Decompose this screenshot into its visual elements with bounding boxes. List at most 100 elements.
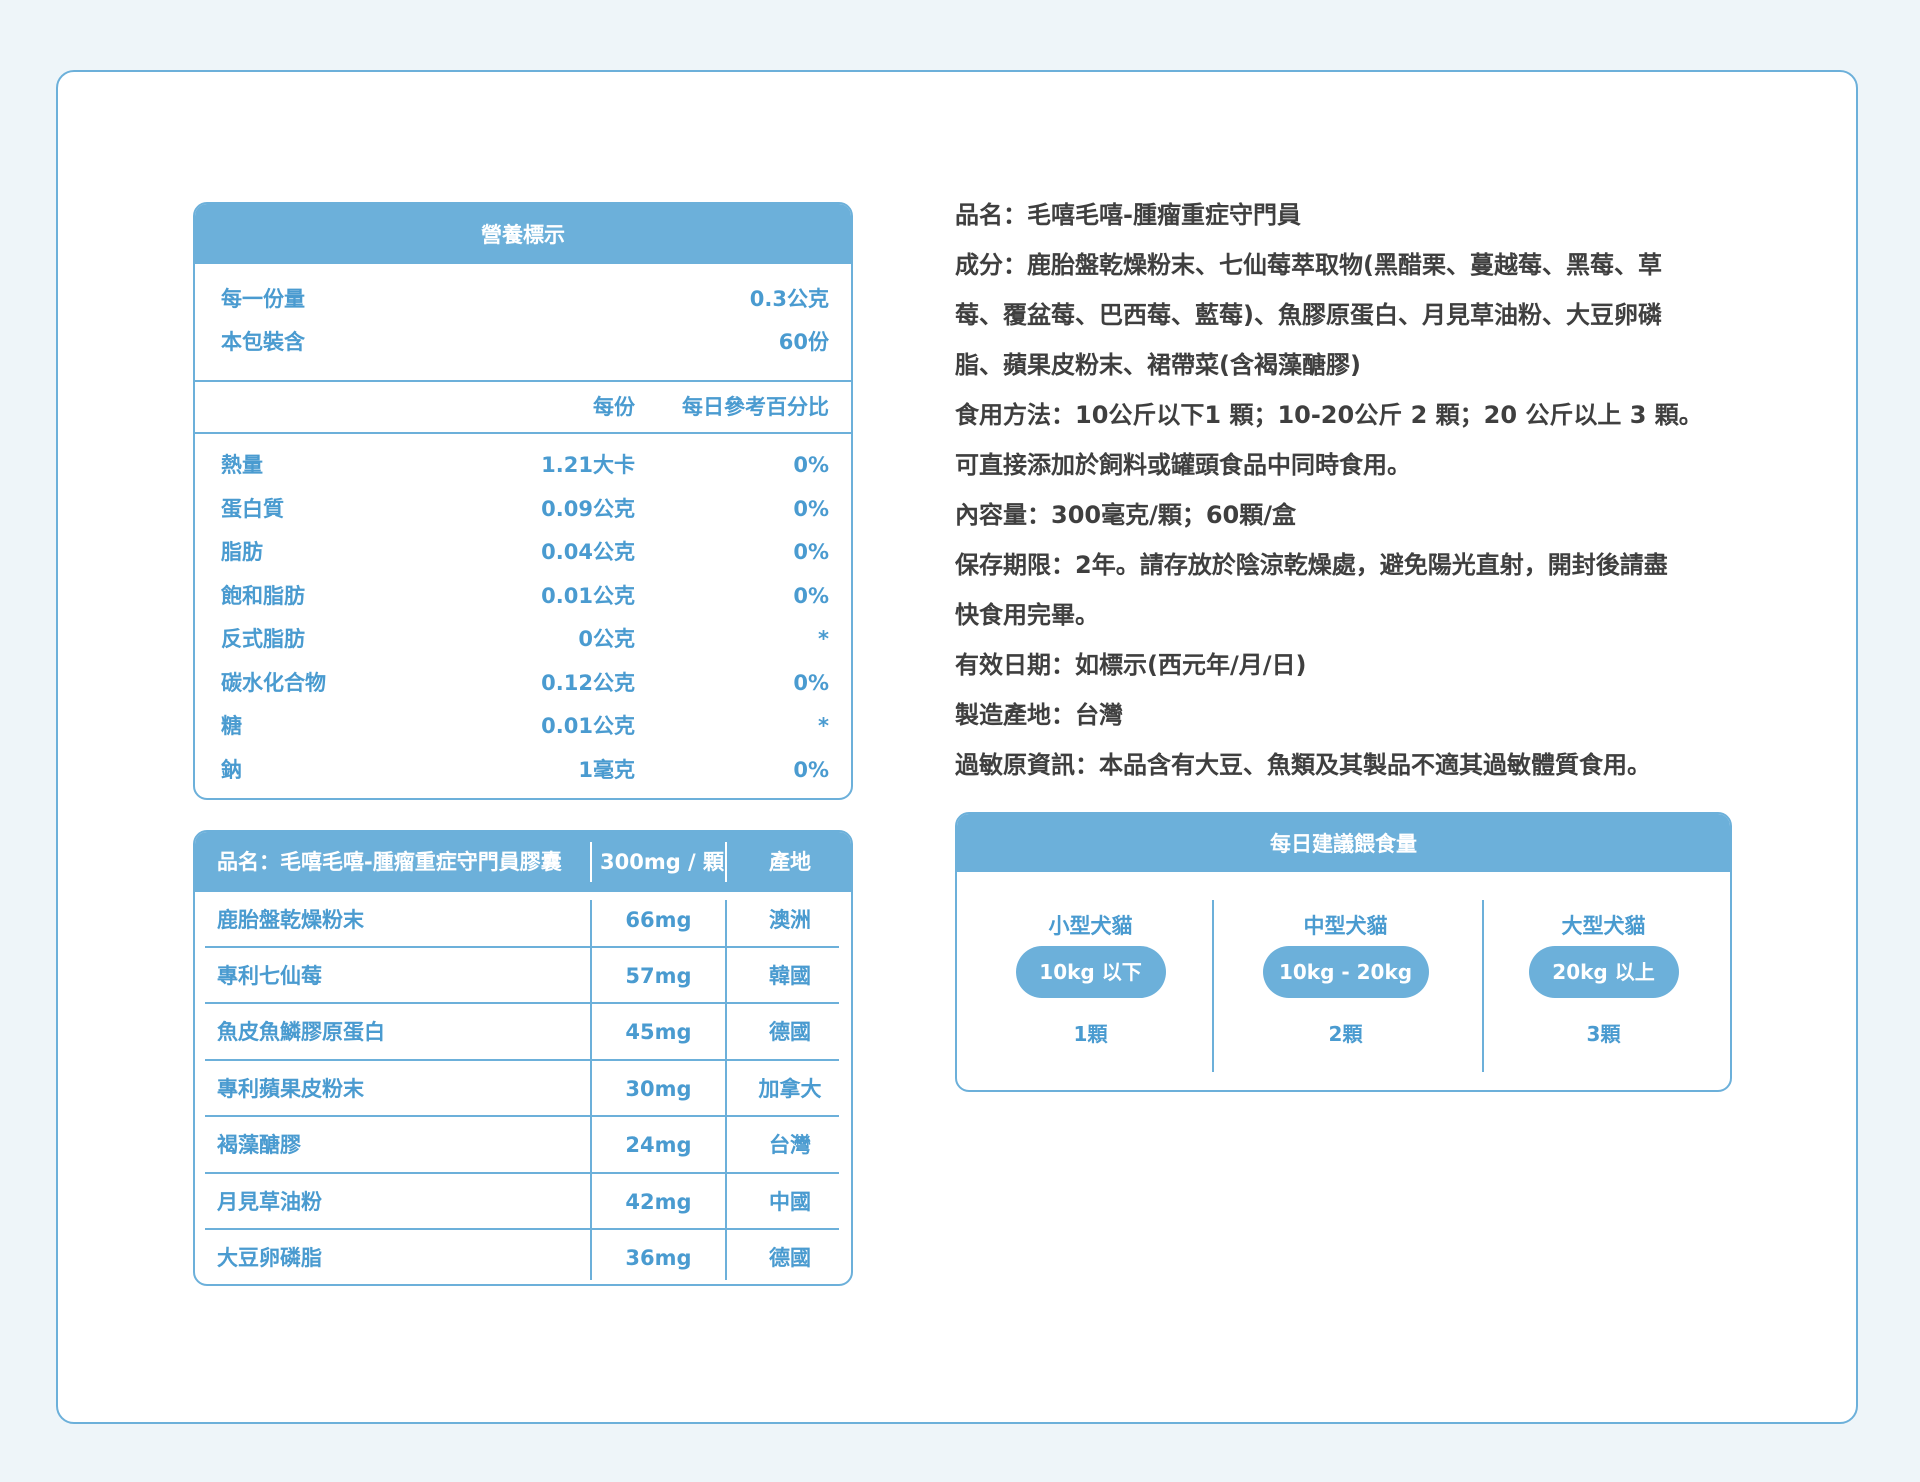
ingredient-name: 專利蘋果皮粉末 — [217, 1077, 364, 1101]
ingredient-origin: 中國 — [769, 1190, 811, 1214]
ingredient-origin: 澳洲 — [769, 908, 811, 932]
ingredient-name: 褐藻醣膠 — [217, 1133, 301, 1157]
divider — [195, 380, 851, 382]
nutrient-daily-percent: 0% — [793, 584, 829, 608]
weight-range-badge: 10kg - 20kg — [1262, 946, 1429, 998]
nutrient-name: 熱量 — [221, 453, 263, 477]
product-info: 品名：毛嘻毛嘻-腫瘤重症守門員 成分：鹿胎盤乾燥粉末、七仙莓萃取物(黑醋栗、蔓越… — [955, 190, 1735, 790]
origin-header: 產地 — [769, 850, 811, 874]
column-divider — [1212, 900, 1214, 1072]
ingredient-origin: 加拿大 — [758, 1077, 822, 1101]
nutrient-per-serving: 0.04公克 — [541, 540, 635, 564]
pet-size-label: 小型犬貓 — [1048, 914, 1133, 938]
nutrient-daily-percent: * — [818, 714, 829, 738]
nutrient-name: 碳水化合物 — [221, 671, 326, 695]
nutrition-column-header: 每份 每日參考百分比 — [195, 392, 851, 422]
nutrient-name: 蛋白質 — [221, 497, 284, 521]
serving-size-row: 每一份量 0.3公克 — [195, 284, 851, 314]
pack-value: 60份 — [778, 330, 829, 354]
nutrient-per-serving: 0.12公克 — [541, 671, 635, 695]
ingredients-header: 品名：毛嘻毛嘻-腫瘤重症守門員膠囊 300mg / 顆 產地 — [195, 832, 851, 892]
dose-count: 2顆 — [1328, 1022, 1363, 1046]
nutrient-per-serving: 0.01公克 — [541, 584, 635, 608]
nutrient-per-serving: 0.01公克 — [541, 714, 635, 738]
ingredient-name: 鹿胎盤乾燥粉末 — [217, 908, 364, 932]
pack-label: 本包裝含 — [221, 330, 305, 354]
nutrition-facts-table: 營養標示 每一份量 0.3公克 本包裝含 60份 每份 每日參考百分比 熱量 1… — [193, 202, 853, 800]
nutrient-per-serving: 0公克 — [578, 627, 635, 651]
usage-line: 可直接添加於飼料或罐頭食品中同時食用。 — [955, 451, 1411, 479]
ingredient-origin: 德國 — [769, 1020, 811, 1044]
weight-range-badge: 10kg 以下 — [1015, 946, 1166, 998]
ingredient-row: 褐藻醣膠 24mg 台灣 — [195, 1117, 851, 1173]
header-divider — [590, 842, 592, 882]
serving-label: 每一份量 — [221, 287, 305, 311]
nutrient-name: 脂肪 — [221, 540, 263, 564]
nutrient-daily-percent: 0% — [793, 453, 829, 477]
ingredient-row: 月見草油粉 42mg 中國 — [195, 1174, 851, 1230]
ingredients-line: 莓、覆盆莓、巴西莓、藍莓)、魚膠原蛋白、月見草油粉、大豆卵磷 — [955, 301, 1662, 329]
ingredient-amount: 42mg — [625, 1190, 692, 1214]
ingredient-amount: 36mg — [625, 1246, 692, 1270]
nutrient-per-serving: 0.09公克 — [541, 497, 635, 521]
content-line: 內容量：300毫克/顆；60顆/盒 — [955, 501, 1297, 529]
product-name-line: 品名：毛嘻毛嘻-腫瘤重症守門員 — [955, 201, 1301, 229]
ingredient-row: 鹿胎盤乾燥粉末 66mg 澳洲 — [195, 892, 851, 948]
nutrient-row: 熱量 1.21大卡 0% — [195, 450, 851, 480]
ingredients-table: 品名：毛嘻毛嘻-腫瘤重症守門員膠囊 300mg / 顆 產地 鹿胎盤乾燥粉末 6… — [193, 830, 853, 1286]
nutrient-row: 碳水化合物 0.12公克 0% — [195, 668, 851, 698]
nutrient-name: 鈉 — [221, 758, 242, 782]
ingredient-row: 大豆卵磷脂 36mg 德國 — [195, 1230, 851, 1284]
ingredients-product-name: 品名：毛嘻毛嘻-腫瘤重症守門員膠囊 — [217, 850, 562, 874]
expiry-line: 有效日期：如標示(西元年/月/日) — [955, 651, 1307, 679]
nutrient-daily-percent: 0% — [793, 671, 829, 695]
nutrient-row: 脂肪 0.04公克 0% — [195, 537, 851, 567]
ingredients-line: 成分：鹿胎盤乾燥粉末、七仙莓萃取物(黑醋栗、蔓越莓、黑莓、草 — [955, 251, 1662, 279]
origin-line: 製造產地：台灣 — [955, 701, 1123, 729]
pet-size-label: 中型犬貓 — [1303, 914, 1388, 938]
feeding-column-large: 大型犬貓 20kg 以上 3顆 — [1475, 872, 1730, 1090]
nutrient-per-serving: 1.21大卡 — [541, 453, 635, 477]
dose-count: 1顆 — [1073, 1022, 1108, 1046]
ingredient-name: 月見草油粉 — [217, 1190, 322, 1214]
nutrient-row: 糖 0.01公克 * — [195, 711, 851, 741]
ingredient-amount: 57mg — [625, 964, 692, 988]
feeding-column-small: 小型犬貓 10kg 以下 1顆 — [962, 872, 1219, 1090]
ingredient-amount: 45mg — [625, 1020, 692, 1044]
ingredient-row: 專利蘋果皮粉末 30mg 加拿大 — [195, 1061, 851, 1117]
nutrient-daily-percent: * — [818, 627, 829, 651]
shelf-life-line: 保存期限：2年。請存放於陰涼乾燥處，避免陽光直射，開封後請盡 — [955, 551, 1668, 579]
nutrient-row: 飽和脂肪 0.01公克 0% — [195, 581, 851, 611]
ingredient-amount: 66mg — [625, 908, 692, 932]
per-serving-header: 每份 — [593, 395, 635, 419]
serving-value: 0.3公克 — [749, 287, 829, 311]
feeding-title: 每日建議餵食量 — [957, 814, 1730, 872]
daily-percent-header: 每日參考百分比 — [682, 395, 829, 419]
weight-range-badge: 20kg 以上 — [1528, 946, 1679, 998]
dose-count: 3顆 — [1586, 1022, 1621, 1046]
amount-per-capsule-header: 300mg / 顆 — [600, 850, 725, 874]
allergen-line: 過敏原資訊：本品含有大豆、魚類及其製品不適其過敏體質食用。 — [955, 751, 1651, 779]
ingredient-origin: 韓國 — [769, 964, 811, 988]
divider — [195, 432, 851, 434]
nutrient-name: 糖 — [221, 714, 242, 738]
nutrient-row: 反式脂肪 0公克 * — [195, 624, 851, 654]
nutrient-daily-percent: 0% — [793, 758, 829, 782]
ingredient-name: 專利七仙莓 — [217, 964, 322, 988]
pet-size-label: 大型犬貓 — [1561, 914, 1646, 938]
shelf-life-line: 快食用完畢。 — [955, 601, 1099, 629]
ingredient-amount: 30mg — [625, 1077, 692, 1101]
nutrient-daily-percent: 0% — [793, 497, 829, 521]
nutrient-row: 蛋白質 0.09公克 0% — [195, 494, 851, 524]
feeding-column-medium: 中型犬貓 10kg - 20kg 2顆 — [1217, 872, 1474, 1090]
nutrient-per-serving: 1毫克 — [578, 758, 635, 782]
ingredient-row: 專利七仙莓 57mg 韓國 — [195, 948, 851, 1004]
nutrient-row: 鈉 1毫克 0% — [195, 755, 851, 785]
feeding-guide: 每日建議餵食量 小型犬貓 10kg 以下 1顆 中型犬貓 10kg - 20kg… — [955, 812, 1732, 1092]
ingredient-row: 魚皮魚鱗膠原蛋白 45mg 德國 — [195, 1004, 851, 1060]
ingredient-name: 大豆卵磷脂 — [217, 1246, 322, 1270]
ingredient-amount: 24mg — [625, 1133, 692, 1157]
ingredients-line: 脂、蘋果皮粉末、裙帶菜(含褐藻醣膠) — [955, 351, 1361, 379]
ingredient-origin: 德國 — [769, 1246, 811, 1270]
usage-line: 食用方法：10公斤以下1 顆；10-20公斤 2 顆；20 公斤以上 3 顆。 — [955, 401, 1703, 429]
